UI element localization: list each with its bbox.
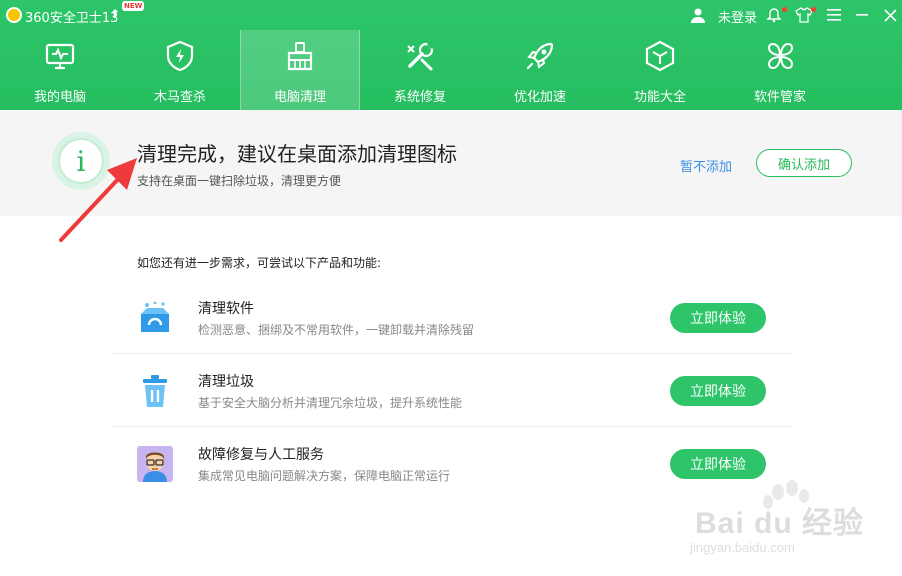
cube-icon	[645, 40, 675, 72]
item-title: 故障修复与人工服务	[198, 447, 324, 463]
engineer-avatar-icon	[137, 446, 173, 482]
app-logo-icon	[6, 7, 22, 23]
app-title: 360安全卫士13	[25, 11, 119, 26]
try-now-button[interactable]: 立即体验	[670, 449, 766, 479]
try-now-button[interactable]: 立即体验	[670, 376, 766, 406]
confirm-add-button[interactable]: 确认添加	[756, 149, 852, 177]
nav-item-pc-clean[interactable]: 电脑清理	[240, 30, 360, 110]
banner-subtitle: 支持在桌面一键扫除垃圾，清理更方便	[137, 174, 342, 188]
watermark-url: jingyan.baidu.com	[690, 540, 795, 555]
bell-icon[interactable]	[764, 5, 784, 25]
nav-item-features[interactable]: 功能大全	[600, 30, 720, 110]
clover-icon	[767, 42, 794, 70]
broom-icon	[287, 42, 313, 71]
nav-item-system-repair[interactable]: 系统修复	[360, 30, 480, 110]
box-clean-icon	[141, 301, 169, 332]
watermark-text: Bai du 经验	[695, 507, 865, 540]
skip-link[interactable]: 暂不添加	[680, 156, 732, 175]
nav-item-trojan-scan[interactable]: 木马查杀	[120, 30, 240, 110]
user-icon[interactable]	[688, 5, 708, 25]
new-badge: NEW	[122, 1, 145, 11]
shield-icon	[166, 40, 194, 72]
item-title: 清理垃圾	[198, 374, 254, 390]
nav-label: 我的电脑	[33, 90, 86, 105]
app-window: 360安全卫士13 ⬆ NEW 未登录 我的电脑 木马查杀 电脑清理 系统修复 …	[0, 0, 902, 576]
item-desc: 检测恶意、捆绑及不常用软件，一键卸载并清除残留	[198, 323, 475, 337]
trash-icon	[143, 375, 167, 407]
nav-label: 功能大全	[633, 90, 686, 105]
list-item-clean-junk: 清理垃圾 基于安全大脑分析并清理冗余垃圾，提升系统性能 立即体验	[112, 355, 792, 427]
nav-label: 电脑清理	[273, 90, 326, 105]
list-item-clean-software: 清理软件 检测恶意、捆绑及不常用软件，一键卸载并清除残留 立即体验	[112, 282, 792, 354]
try-now-button[interactable]: 立即体验	[670, 303, 766, 333]
skin-notification-dot	[811, 7, 816, 12]
nav-label: 优化加速	[513, 90, 566, 105]
item-title: 清理软件	[198, 301, 254, 317]
monitor-icon	[45, 43, 75, 70]
nav-item-optimize[interactable]: 优化加速	[480, 30, 600, 110]
close-icon[interactable]	[880, 5, 900, 25]
titlebar: 360安全卫士13 ⬆ NEW 未登录	[0, 0, 902, 30]
upgrade-arrow-icon[interactable]: ⬆	[110, 7, 120, 21]
menu-icon[interactable]	[824, 5, 844, 25]
annotation-arrow-icon	[59, 158, 137, 242]
banner-title: 清理完成，建议在桌面添加清理图标	[137, 142, 457, 166]
item-desc: 集成常见电脑问题解决方案，保障电脑正常运行	[198, 469, 451, 483]
nav-label: 软件管家	[753, 90, 806, 105]
nav-item-my-computer[interactable]: 我的电脑	[0, 30, 120, 110]
minimize-icon[interactable]	[852, 5, 872, 25]
main-nav: 我的电脑 木马查杀 电脑清理 系统修复 优化加速 功能大全 软件管家	[0, 30, 902, 110]
rocket-icon	[526, 42, 554, 70]
item-desc: 基于安全大脑分析并清理冗余垃圾，提升系统性能	[198, 396, 463, 410]
nav-item-software-manager[interactable]: 软件管家	[720, 30, 840, 110]
nav-label: 木马查杀	[153, 90, 206, 105]
header: 360安全卫士13 ⬆ NEW 未登录 我的电脑 木马查杀 电脑清理 系统修复 …	[0, 0, 902, 110]
suggestion-hint: 如您还有进一步需求，可尝试以下产品和功能:	[137, 256, 382, 270]
nav-label: 系统修复	[393, 90, 446, 105]
wrench-icon	[407, 41, 435, 71]
login-status[interactable]: 未登录	[718, 7, 757, 26]
notification-dot	[782, 7, 787, 12]
